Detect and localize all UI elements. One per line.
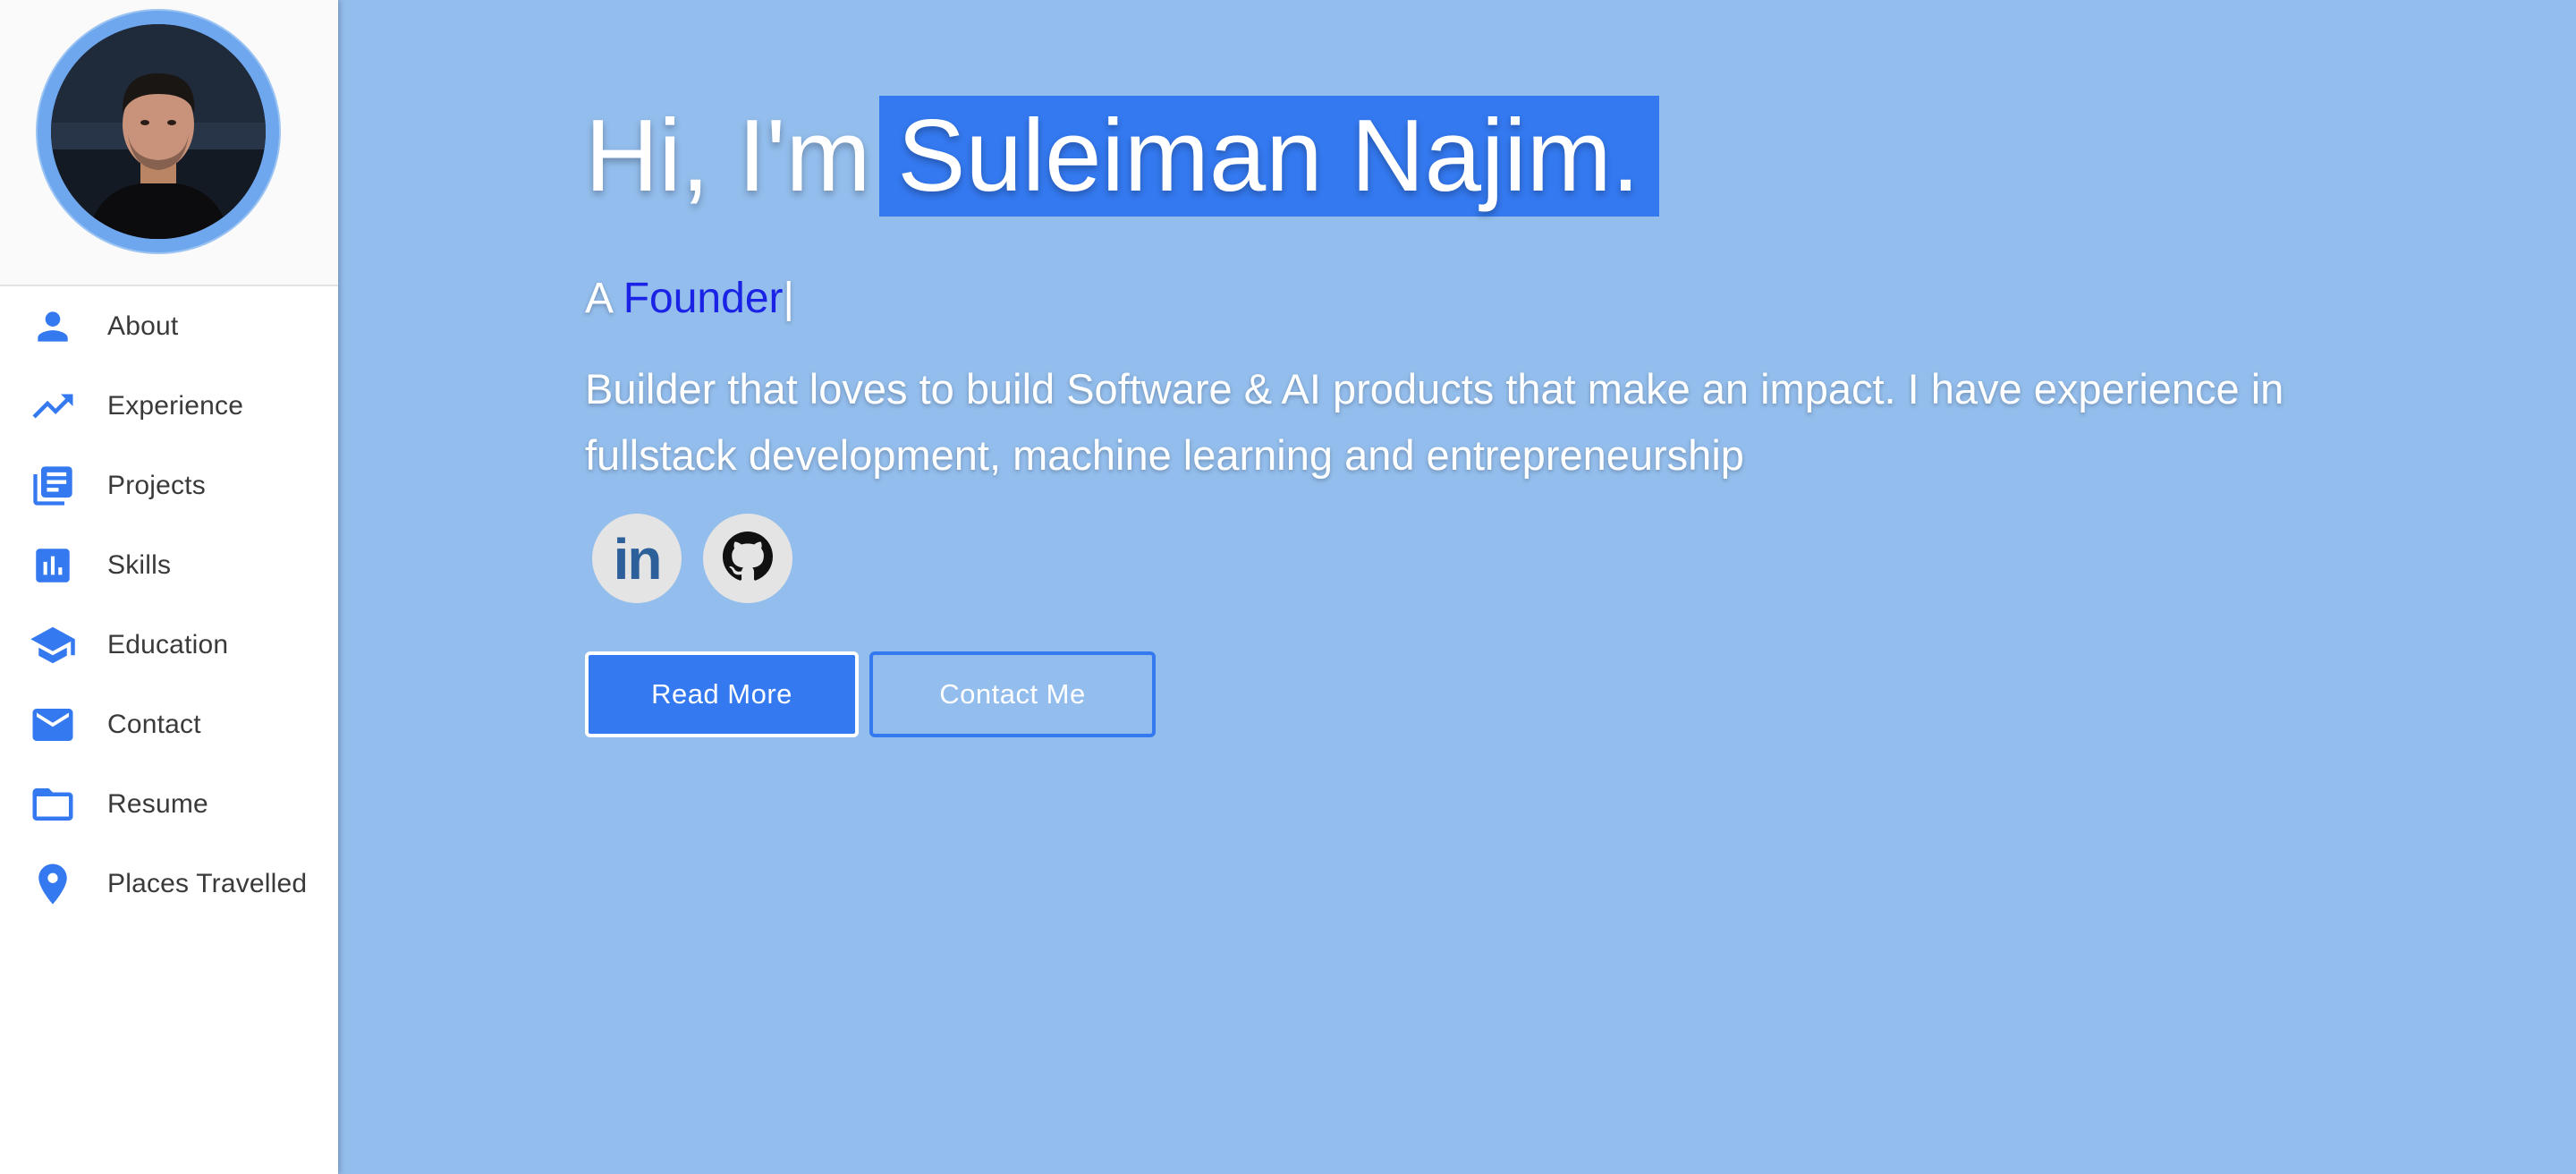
greeting-text: Hi, I'm — [585, 99, 871, 213]
sidebar-item-label: Experience — [107, 390, 244, 421]
profile-header — [0, 0, 338, 286]
sidebar-item-contact[interactable]: Contact — [0, 685, 338, 764]
sidebar-item-about[interactable]: About — [0, 286, 338, 366]
folder-icon — [29, 780, 77, 829]
sidebar-item-experience[interactable]: Experience — [0, 366, 338, 446]
sidebar-item-label: About — [107, 311, 179, 341]
sidebar-item-education[interactable]: Education — [0, 605, 338, 685]
sidebar-item-label: Contact — [107, 709, 201, 739]
trending-up-icon — [29, 382, 77, 430]
avatar — [51, 24, 266, 239]
location-pin-icon — [29, 860, 77, 908]
sidebar-item-label: Places Travelled — [107, 868, 308, 898]
sidebar-item-projects[interactable]: Projects — [0, 446, 338, 525]
sidebar-item-label: Projects — [107, 470, 206, 500]
github-link[interactable] — [703, 514, 792, 603]
tagline-prefix: A — [585, 275, 612, 322]
sidebar: About Experience Projects Skills Educati… — [0, 0, 338, 1174]
hero-headline: Hi, I'm Suleiman Najim. — [585, 96, 1660, 217]
github-icon — [723, 531, 773, 586]
linkedin-link[interactable]: in — [592, 514, 682, 603]
contact-me-button[interactable]: Contact Me — [869, 651, 1156, 737]
typing-cursor: | — [783, 275, 794, 322]
bar-chart-icon — [29, 541, 77, 590]
typed-tagline: A Founder| — [585, 274, 794, 323]
sidebar-item-label: Resume — [107, 788, 208, 819]
graduation-cap-icon — [29, 621, 77, 669]
typed-role: Founder — [623, 275, 784, 322]
sidebar-item-resume[interactable]: Resume — [0, 764, 338, 844]
page: About Experience Projects Skills Educati… — [0, 0, 2576, 1174]
hero-buttons: Read More Contact Me — [585, 651, 1156, 737]
linkedin-icon: in — [613, 527, 663, 591]
sidebar-item-label: Education — [107, 629, 229, 659]
read-more-button[interactable]: Read More — [585, 651, 859, 737]
bio-text: Builder that loves to build Software & A… — [585, 365, 2284, 479]
name-highlight: Suleiman Najim. — [879, 96, 1660, 217]
sidebar-item-places-travelled[interactable]: Places Travelled — [0, 844, 338, 923]
sidebar-item-label: Skills — [107, 549, 172, 580]
avatar-ring — [38, 11, 279, 252]
mail-icon — [29, 701, 77, 749]
sidebar-item-skills[interactable]: Skills — [0, 525, 338, 605]
sidebar-nav: About Experience Projects Skills Educati… — [0, 286, 338, 923]
person-icon — [29, 302, 77, 351]
social-links: in — [592, 514, 792, 603]
library-books-icon — [29, 462, 77, 510]
